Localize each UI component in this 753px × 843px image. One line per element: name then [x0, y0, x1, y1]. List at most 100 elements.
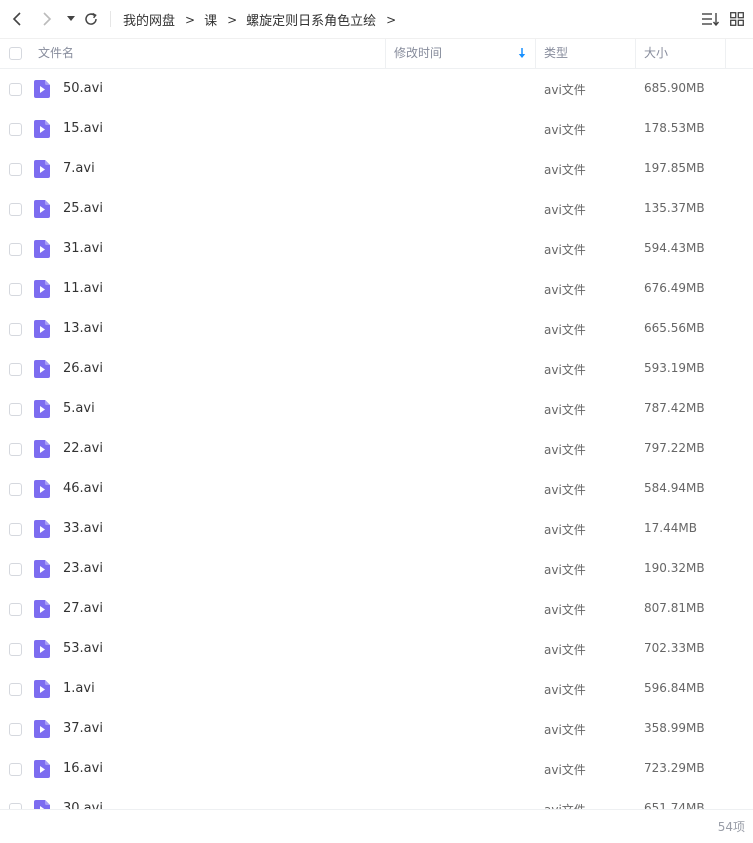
- history-dropdown-button[interactable]: [61, 9, 81, 29]
- row-checkbox[interactable]: [9, 483, 22, 496]
- file-row[interactable]: 15.avi avi文件 178.53MB: [0, 109, 753, 149]
- file-type: avi文件: [544, 603, 586, 617]
- file-name[interactable]: 5.avi: [63, 401, 95, 416]
- file-row[interactable]: 53.avi avi文件 702.33MB: [0, 629, 753, 669]
- column-header-modified-label: 修改时间: [394, 46, 443, 60]
- breadcrumb-separator: >: [185, 12, 196, 27]
- file-type: avi文件: [544, 283, 586, 297]
- file-row[interactable]: 22.avi avi文件 797.22MB: [0, 429, 753, 469]
- sort-arrow-icon: [518, 48, 526, 58]
- video-file-icon: [34, 120, 50, 138]
- file-row[interactable]: 16.avi avi文件 723.29MB: [0, 749, 753, 789]
- column-header-type[interactable]: 类型: [544, 39, 568, 69]
- breadcrumb-separator[interactable]: >: [386, 13, 396, 27]
- row-checkbox[interactable]: [9, 403, 22, 416]
- column-divider[interactable]: [535, 39, 536, 69]
- row-checkbox[interactable]: [9, 603, 22, 616]
- row-checkbox[interactable]: [9, 283, 22, 296]
- file-size: 593.19MB: [644, 361, 705, 375]
- column-divider[interactable]: [725, 39, 726, 69]
- file-name[interactable]: 27.avi: [63, 601, 103, 616]
- file-name[interactable]: 16.avi: [63, 761, 103, 776]
- file-size: 358.99MB: [644, 721, 705, 735]
- video-file-icon: [34, 240, 50, 258]
- file-size: 17.44MB: [644, 521, 697, 535]
- forward-button[interactable]: [37, 9, 57, 29]
- breadcrumb-current[interactable]: 螺旋定则日系角色立绘: [246, 10, 376, 29]
- row-checkbox[interactable]: [9, 123, 22, 136]
- file-row[interactable]: 26.avi avi文件 593.19MB: [0, 349, 753, 389]
- file-name[interactable]: 22.avi: [63, 441, 103, 456]
- file-row[interactable]: 46.avi avi文件 584.94MB: [0, 469, 753, 509]
- video-file-icon: [34, 640, 50, 658]
- row-checkbox[interactable]: [9, 323, 22, 336]
- row-checkbox[interactable]: [9, 83, 22, 96]
- sort-button[interactable]: [701, 9, 721, 29]
- file-name[interactable]: 31.avi: [63, 241, 103, 256]
- column-divider[interactable]: [635, 39, 636, 69]
- file-name[interactable]: 7.avi: [63, 161, 95, 176]
- row-checkbox[interactable]: [9, 443, 22, 456]
- file-row[interactable]: 37.avi avi文件 358.99MB: [0, 709, 753, 749]
- breadcrumb-root[interactable]: 我的网盘: [123, 10, 175, 29]
- row-checkbox[interactable]: [9, 243, 22, 256]
- row-checkbox[interactable]: [9, 643, 22, 656]
- column-header-modified[interactable]: 修改时间: [394, 39, 534, 69]
- file-name[interactable]: 1.avi: [63, 681, 95, 696]
- video-file-icon: [34, 480, 50, 498]
- file-name[interactable]: 50.avi: [63, 81, 103, 96]
- video-file-icon: [34, 720, 50, 738]
- table-header: 文件名 修改时间 类型 大小: [0, 38, 753, 69]
- file-row[interactable]: 1.avi avi文件 596.84MB: [0, 669, 753, 709]
- video-file-icon: [34, 160, 50, 178]
- file-row[interactable]: 5.avi avi文件 787.42MB: [0, 389, 753, 429]
- row-checkbox[interactable]: [9, 763, 22, 776]
- file-row[interactable]: 31.avi avi文件 594.43MB: [0, 229, 753, 269]
- file-size: 594.43MB: [644, 241, 705, 255]
- file-name[interactable]: 37.avi: [63, 721, 103, 736]
- file-row[interactable]: 30.avi avi文件 651.74MB: [0, 789, 753, 809]
- row-checkbox[interactable]: [9, 163, 22, 176]
- file-type: avi文件: [544, 483, 586, 497]
- file-row[interactable]: 50.avi avi文件 685.90MB: [0, 69, 753, 109]
- status-bar: 54项: [0, 809, 753, 843]
- file-name[interactable]: 33.avi: [63, 521, 103, 536]
- grid-view-button[interactable]: [727, 9, 747, 29]
- video-file-icon: [34, 200, 50, 218]
- column-divider[interactable]: [385, 39, 386, 69]
- file-row[interactable]: 27.avi avi文件 807.81MB: [0, 589, 753, 629]
- file-size: 190.32MB: [644, 561, 705, 575]
- video-file-icon: [34, 320, 50, 338]
- file-name[interactable]: 15.avi: [63, 121, 103, 136]
- select-all-checkbox[interactable]: [9, 47, 22, 60]
- video-file-icon: [34, 560, 50, 578]
- file-size: 178.53MB: [644, 121, 705, 135]
- file-name[interactable]: 30.avi: [63, 801, 103, 809]
- file-row[interactable]: 11.avi avi文件 676.49MB: [0, 269, 753, 309]
- file-name[interactable]: 53.avi: [63, 641, 103, 656]
- row-checkbox[interactable]: [9, 523, 22, 536]
- file-row[interactable]: 33.avi avi文件 17.44MB: [0, 509, 753, 549]
- file-row[interactable]: 25.avi avi文件 135.37MB: [0, 189, 753, 229]
- breadcrumb-folder[interactable]: 课: [204, 10, 217, 29]
- column-header-name[interactable]: 文件名: [38, 39, 74, 69]
- row-checkbox[interactable]: [9, 203, 22, 216]
- file-row[interactable]: 13.avi avi文件 665.56MB: [0, 309, 753, 349]
- file-row[interactable]: 7.avi avi文件 197.85MB: [0, 149, 753, 189]
- back-button[interactable]: [7, 9, 27, 29]
- row-checkbox[interactable]: [9, 723, 22, 736]
- file-name[interactable]: 13.avi: [63, 321, 103, 336]
- file-name[interactable]: 11.avi: [63, 281, 103, 296]
- video-file-icon: [34, 400, 50, 418]
- file-name[interactable]: 23.avi: [63, 561, 103, 576]
- refresh-button[interactable]: [81, 9, 101, 29]
- file-type: avi文件: [544, 523, 586, 537]
- file-name[interactable]: 46.avi: [63, 481, 103, 496]
- column-header-size[interactable]: 大小: [644, 39, 668, 69]
- row-checkbox[interactable]: [9, 563, 22, 576]
- row-checkbox[interactable]: [9, 363, 22, 376]
- file-name[interactable]: 25.avi: [63, 201, 103, 216]
- file-row[interactable]: 23.avi avi文件 190.32MB: [0, 549, 753, 589]
- row-checkbox[interactable]: [9, 683, 22, 696]
- file-name[interactable]: 26.avi: [63, 361, 103, 376]
